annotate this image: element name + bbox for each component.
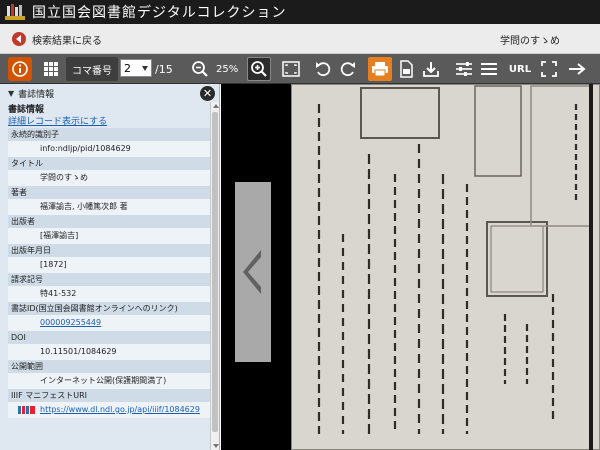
detail-record-link[interactable]: 詳細レコード表示にする xyxy=(8,116,210,128)
download-button[interactable] xyxy=(420,57,442,81)
field-label: タイトル xyxy=(8,157,210,170)
scrollbar-thumb[interactable] xyxy=(212,112,218,432)
grid-icon xyxy=(44,62,58,76)
iiif-logo-icon xyxy=(18,406,35,414)
bibliographic-sidebar: ▼ 書誌情報 ✕ 書誌情報 詳細レコード表示にする 永続的識別子 info:nd… xyxy=(0,84,220,450)
zoom-out-icon xyxy=(192,61,208,77)
printer-icon xyxy=(372,62,388,77)
field-value: 10.11501/1084629 xyxy=(8,344,210,360)
chevron-left-icon xyxy=(243,250,261,294)
back-to-results-button[interactable]: 検索結果に戻る xyxy=(12,30,102,48)
chevron-down-icon xyxy=(142,66,148,71)
field-value: 福澤諭吉, 小幡篤次郎 著 xyxy=(8,199,210,215)
zoom-level: 25% xyxy=(216,64,239,75)
library-logo-icon xyxy=(5,4,25,20)
info-button[interactable] xyxy=(8,57,32,81)
page-viewer[interactable] xyxy=(221,84,600,450)
hamburger-menu-icon xyxy=(481,63,497,75)
scroll-up-arrow-icon[interactable] xyxy=(213,104,219,108)
metadata-list[interactable]: 書誌情報 詳細レコード表示にする 永続的識別子 info:ndljp/pid/1… xyxy=(8,104,210,450)
field-value: [1872] xyxy=(8,257,210,273)
fit-screen-icon xyxy=(282,61,300,77)
previous-page-button[interactable] xyxy=(235,182,271,362)
bibliographic-id-link[interactable]: 000009255449 xyxy=(8,315,210,331)
frame-number-label: コマ番号 xyxy=(66,57,118,81)
adjust-settings-button[interactable] xyxy=(453,57,475,81)
print-button[interactable] xyxy=(368,57,392,81)
field-value: 学問のすゝめ xyxy=(8,170,210,186)
zoom-in-icon xyxy=(251,61,267,77)
back-to-results-label: 検索結果に戻る xyxy=(32,35,102,47)
field-label: DOI xyxy=(8,331,210,344)
book-title: 学問のすゝめ xyxy=(500,36,560,47)
fullscreen-icon xyxy=(541,61,557,77)
nav-bar: 検索結果に戻る 学問のすゝめ xyxy=(0,24,600,54)
field-label: 書誌ID(国立国会図書館オンラインへのリンク) xyxy=(8,302,210,315)
field-label: 公開範囲 xyxy=(8,360,210,373)
site-title: 国立国会図書館デジタルコレクション xyxy=(32,5,287,21)
viewer-toolbar: コマ番号 2 /15 25% URL xyxy=(0,54,600,84)
field-label: IIIF マニフェストURI xyxy=(8,389,210,402)
fit-to-window-button[interactable] xyxy=(280,57,302,81)
iiif-manifest-link[interactable]: https://www.dl.ndl.go.jp/api/iiif/108462… xyxy=(40,402,200,418)
iiif-manifest-row[interactable]: https://www.dl.ndl.go.jp/api/iiif/108462… xyxy=(8,402,210,418)
rotate-right-icon xyxy=(340,62,355,77)
download-pdf-button[interactable] xyxy=(396,57,416,81)
close-icon: ✕ xyxy=(202,87,213,100)
scroll-down-arrow-icon[interactable] xyxy=(213,444,219,448)
sidebar-header[interactable]: ▼ 書誌情報 xyxy=(0,84,220,102)
next-page-button[interactable] xyxy=(566,57,588,81)
title-bar: 国立国会図書館デジタルコレクション xyxy=(0,0,600,24)
thumbnails-button[interactable] xyxy=(40,57,62,81)
field-label: 永続的識別子 xyxy=(8,128,210,141)
section-title: 書誌情報 xyxy=(8,105,45,115)
back-arrow-icon xyxy=(12,32,26,46)
info-icon xyxy=(12,61,28,77)
zoom-out-button[interactable] xyxy=(188,57,212,81)
field-value: info:ndljp/pid/1084629 xyxy=(8,141,210,157)
sliders-icon xyxy=(456,62,472,76)
rotate-left-button[interactable] xyxy=(312,57,334,81)
viewer-app: 国立国会図書館デジタルコレクション 検索結果に戻る 学問のすゝめ コマ番号 2 … xyxy=(0,0,600,450)
frame-number-value: 2 xyxy=(124,61,131,75)
sidebar-scrollbar[interactable] xyxy=(210,102,219,450)
zoom-in-button[interactable] xyxy=(247,57,271,81)
close-sidebar-button[interactable]: ✕ xyxy=(200,86,215,101)
field-value: インターネット公開(保護期間満了) xyxy=(8,373,210,389)
field-label: 請求記号 xyxy=(8,273,210,286)
frame-number-select[interactable]: 2 xyxy=(120,59,152,77)
url-button[interactable]: URL xyxy=(505,57,535,81)
fullscreen-button[interactable] xyxy=(538,57,560,81)
field-label: 著者 xyxy=(8,186,210,199)
collapse-triangle-icon[interactable]: ▼ xyxy=(8,89,14,98)
arrow-right-icon xyxy=(569,63,586,75)
document-icon xyxy=(400,60,413,78)
rotate-left-icon xyxy=(316,62,331,77)
menu-button[interactable] xyxy=(478,57,500,81)
field-label: 出版者 xyxy=(8,215,210,228)
rotate-right-button[interactable] xyxy=(337,57,359,81)
sidebar-title: 書誌情報 xyxy=(18,89,55,100)
download-icon xyxy=(423,62,439,77)
field-label: 出版年月日 xyxy=(8,244,210,257)
field-value: 特41-532 xyxy=(8,286,210,302)
book-page-image xyxy=(291,84,600,450)
frame-total: /15 xyxy=(155,63,173,76)
field-value: [福澤諭吉] xyxy=(8,228,210,244)
